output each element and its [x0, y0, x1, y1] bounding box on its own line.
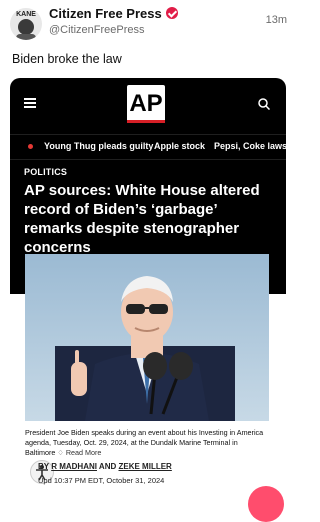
date-text: d 10:37 PM EDT, October 31, 2024 — [47, 476, 165, 485]
article-date: Upd 10:37 PM EDT, October 31, 2024 — [38, 476, 164, 485]
display-name-text[interactable]: Citizen Free Press — [49, 6, 162, 21]
read-more-label[interactable]: Read More — [66, 448, 102, 457]
user-handle[interactable]: @CitizenFreePress — [49, 24, 145, 36]
ticker-item[interactable]: Apple stock — [154, 141, 205, 151]
live-dot-icon — [28, 144, 33, 149]
date-prefix: Up — [38, 476, 48, 485]
author-link[interactable]: ZEKE MILLER — [119, 462, 172, 471]
avatar-figure-icon — [16, 19, 36, 40]
article-photo — [25, 254, 269, 421]
byline: BY R MADHANI AND ZEKE MILLER — [38, 462, 172, 471]
search-icon[interactable] — [258, 98, 270, 110]
display-name[interactable]: Citizen Free Press — [49, 6, 178, 21]
ap-logo[interactable]: AP — [127, 85, 165, 123]
biden-photo-illustration — [25, 254, 269, 421]
byline-and: AND — [98, 462, 117, 471]
ticker-item[interactable]: Young Thug pleads guilty — [44, 141, 153, 151]
embedded-article-screenshot[interactable]: AP Young Thug pleads guilty Apple stock … — [10, 78, 286, 500]
article-category[interactable]: POLITICS — [24, 167, 67, 177]
post-header: KANE Citizen Free Press @CitizenFreePres… — [0, 0, 297, 48]
ticker-item[interactable]: Pepsi, Coke laws — [214, 141, 286, 151]
post-text: Biden broke the law — [12, 52, 122, 66]
verified-badge-icon — [165, 7, 178, 19]
floating-action-button[interactable] — [248, 486, 284, 522]
menu-icon[interactable] — [24, 98, 36, 108]
post-time: 13m — [265, 14, 287, 26]
photo-caption: President Joe Biden speaks during an eve… — [25, 428, 269, 458]
ap-top-bar: AP — [10, 78, 286, 130]
byline-prefix: BY — [38, 462, 49, 471]
author-link[interactable]: R MADHANI — [51, 462, 97, 471]
avatar[interactable]: KANE — [10, 8, 42, 40]
article-headline[interactable]: AP sources: White House altered record o… — [24, 181, 276, 257]
news-ticker: Young Thug pleads guilty Apple stock Pep… — [10, 134, 286, 160]
read-more-link[interactable]: ♢ Read More — [57, 448, 101, 457]
